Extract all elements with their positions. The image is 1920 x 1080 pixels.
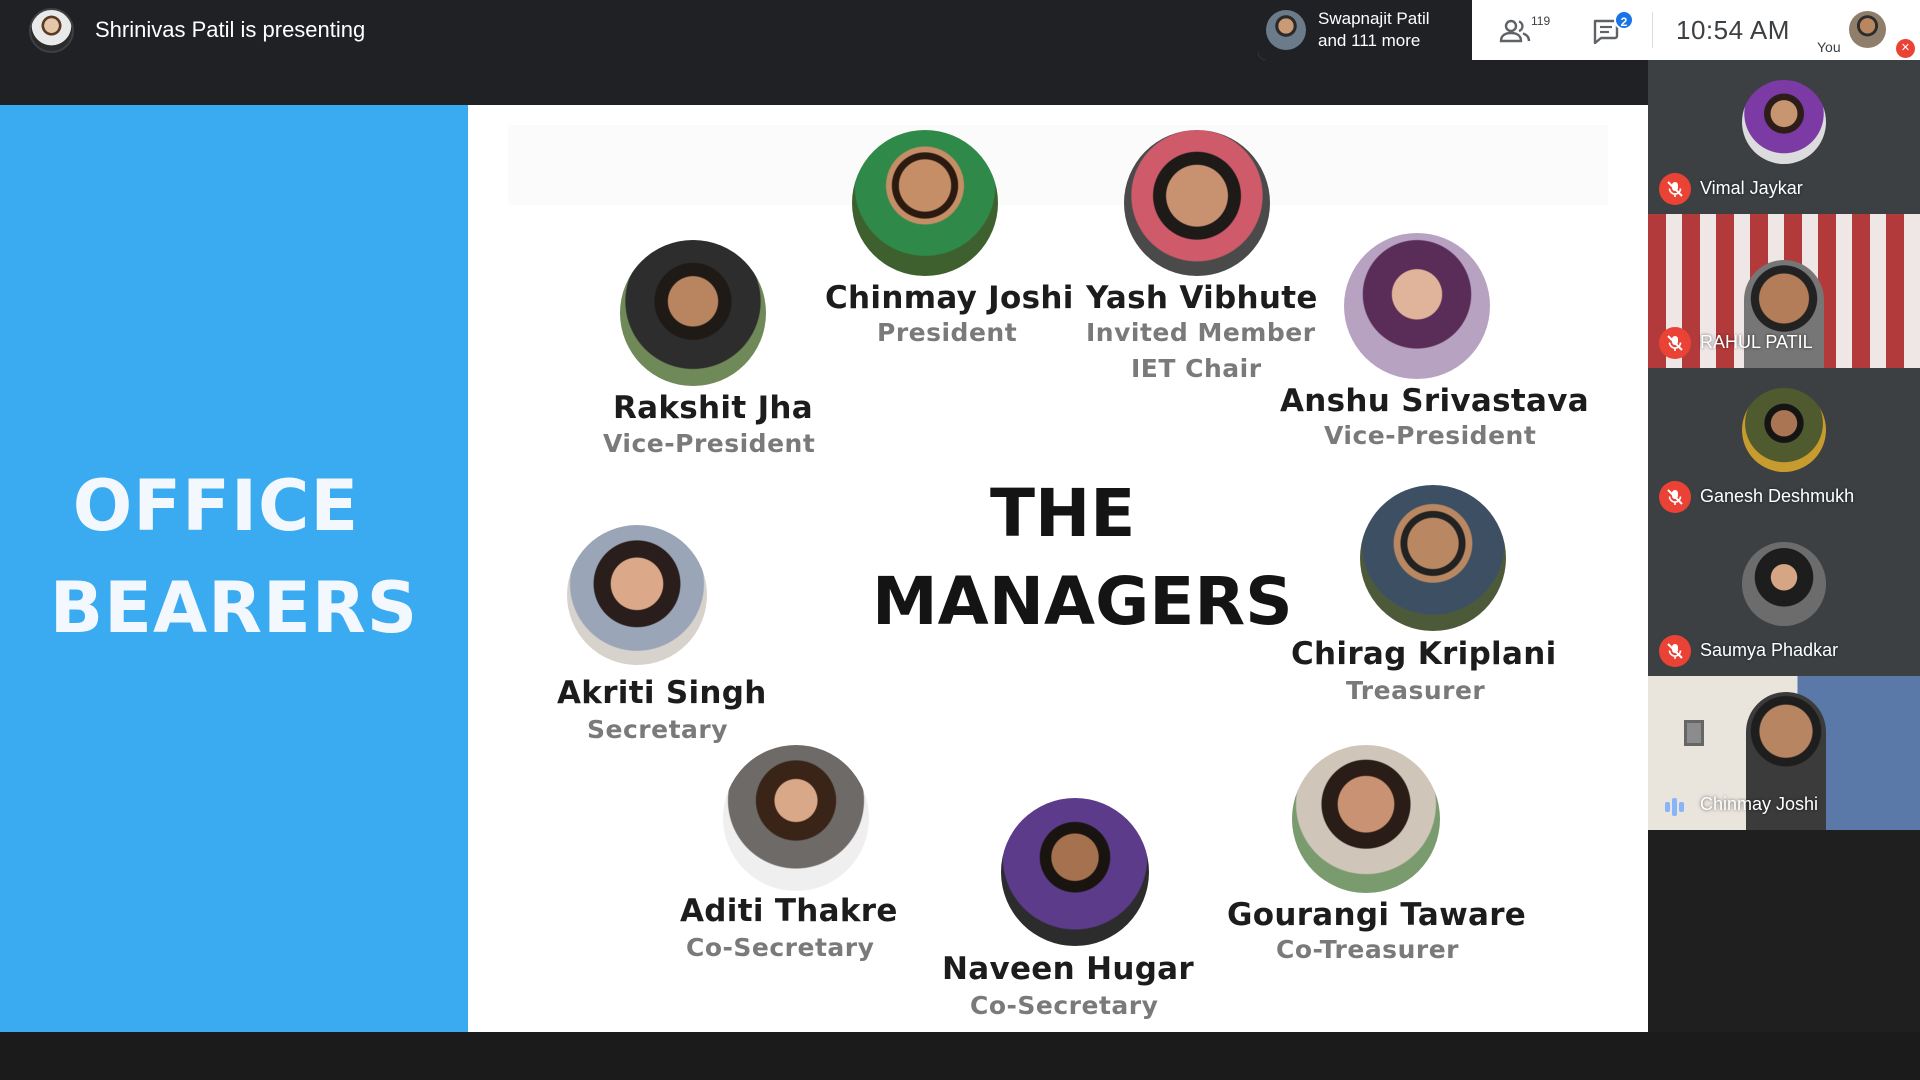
people-count: 119 [1531,14,1551,28]
member-role: Vice-President [603,429,816,458]
shared-presentation: OFFICE BEARERS THE MANAGERS Chinmay Josh… [0,105,1648,1032]
member-photo-chirag-kriplani [1360,485,1506,631]
member-role: Invited Member [1086,318,1316,347]
member-name: Akriti Singh [557,675,767,711]
member-photo-gourangi-taware [1292,745,1440,893]
mic-off-icon [1659,635,1691,667]
member-name: Gourangi Taware [1227,897,1527,933]
member-role: Co-Secretary [686,933,875,962]
participant-tile[interactable]: Saumya Phadkar [1648,522,1920,676]
mic-off-icon [1659,173,1691,205]
member-name: Yash Vibhute [1086,280,1318,316]
self-avatar[interactable] [1849,11,1886,48]
meeting-clock: 10:54 AM [1676,15,1790,45]
participant-avatar [1742,388,1826,472]
recent-join-name: Swapnajit Patil [1318,9,1430,28]
mic-off-icon [1659,481,1691,513]
member-photo-rakshit-jha [620,240,766,386]
member-role: Secretary [587,715,729,744]
mic-off-icon [1659,327,1691,359]
member-role: Co-Secretary [970,991,1159,1020]
member-photo-naveen-hugar [1001,798,1149,946]
wall-switch [1684,720,1704,746]
participant-tile[interactable]: Vimal Jaykar [1648,60,1920,214]
participant-tile[interactable]: RAHUL PATIL [1648,214,1920,368]
member-photo-anshu-srivastava [1344,233,1490,379]
people-button[interactable]: 119 [1495,12,1555,48]
presenter-avatar [29,8,74,53]
participant-name: Chinmay Joshi [1700,794,1819,814]
slide-left-title-line1: OFFICE [72,465,360,547]
recent-join-notice[interactable]: Swapnajit Patil and 111 more [1258,0,1472,60]
chat-button[interactable]: 2 [1590,10,1640,48]
member-role: President [877,318,1018,347]
member-photo-chinmay-joshi [852,130,998,276]
member-role: Treasurer [1346,676,1486,705]
audio-level-icon [1664,795,1686,817]
participant-tiles: Vimal Jaykar RAHUL PATIL Ganesh Deshmukh… [1648,60,1920,830]
participant-tile[interactable]: Chinmay Joshi [1648,676,1920,830]
recent-join-more: and 111 more [1318,31,1421,50]
slide-header-strip [508,125,1608,205]
participant-avatar [1742,80,1826,164]
member-name: Naveen Hugar [942,951,1194,987]
toolbar-divider [1652,12,1653,48]
self-label: You [1817,39,1841,55]
participant-name: Saumya Phadkar [1700,640,1839,660]
participant-name: RAHUL PATIL [1700,332,1813,352]
participant-avatar [1742,542,1826,626]
self-mic-off-icon: ✕ [1896,39,1915,58]
participant-name: Vimal Jaykar [1700,178,1803,198]
meet-window: Shrinivas Patil is presenting Swapnajit … [0,0,1920,1080]
member-photo-akriti-singh [567,525,707,665]
bottom-bar [0,1032,1920,1080]
participant-tile[interactable]: Ganesh Deshmukh [1648,368,1920,522]
slide-left-panel: OFFICE BEARERS [0,105,468,1032]
slide-center-title-line1: THE [990,475,1136,552]
participant-name: Ganesh Deshmukh [1700,486,1855,506]
member-name: Rakshit Jha [613,390,813,426]
member-photo-aditi-thakre [723,745,869,891]
member-name: Chinmay Joshi [825,280,1074,316]
member-name: Aditi Thakre [680,893,898,929]
recent-join-avatar [1266,10,1306,50]
member-role: Co-Treasurer [1276,935,1459,964]
member-name: Chirag Kriplani [1291,636,1557,672]
people-icon [1499,19,1531,43]
member-role-secondary: IET Chair [1131,354,1262,383]
chat-unread-badge: 2 [1614,10,1634,30]
member-name: Anshu Srivastava [1280,383,1589,419]
presenter-label: Shrinivas Patil is presenting [95,17,366,42]
slide-left-title-line2: BEARERS [49,567,419,649]
member-photo-yash-vibhute [1124,130,1270,276]
slide-center-title-line2: MANAGERS [872,563,1293,640]
member-role: Vice-President [1324,421,1537,450]
